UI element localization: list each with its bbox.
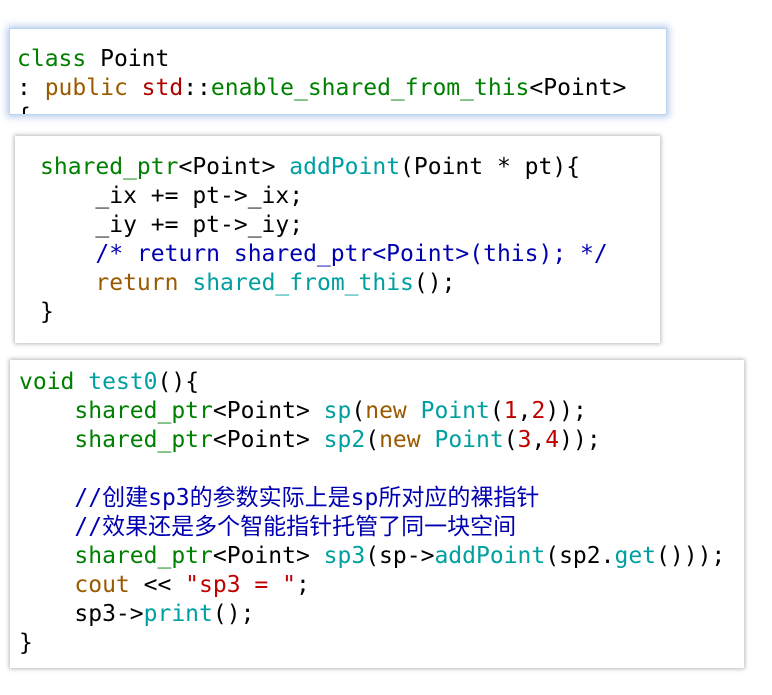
code-line: return shared_from_this(); [40,269,608,298]
code-token: } [40,299,54,325]
code-token: (){ [157,369,200,395]
code-token: )); [559,427,601,453]
code-line: shared_ptr<Point> sp3(sp->addPoint(sp2.g… [19,542,725,571]
code-line: shared_ptr<Point> sp(new Point(1,2)); [19,397,725,426]
code-token: <Point> [212,427,324,453]
code-block: shared_ptr<Point> addPoint(Point * pt){ … [40,153,608,327]
code-token: sp2 [323,427,366,453]
code-token: <Point> [529,75,627,101]
code-token: << [129,572,186,598]
code-token: ())); [656,543,726,569]
code-token: Point [434,427,504,453]
code-token: ( [351,398,366,424]
code-token: _ix += pt->_ix; [40,183,304,209]
code-token: test0 [88,369,158,395]
code-token: 4 [545,427,560,453]
code-token: (sp2. [545,543,615,569]
code-token: addPoint [289,154,401,180]
code-token: //效果还是多个智能指针托管了同一块空间 [19,514,517,540]
code-token: shared_ptr [40,154,179,180]
code-token: new [379,427,421,453]
code-block: class Point: public std::enable_shared_f… [17,45,626,114]
code-line: //创建sp3的参数实际上是sp所对应的裸指针 [19,484,725,513]
code-token: enable_shared_from_this [210,75,530,101]
code-token: shared_from_this [192,270,414,296]
code-token: class [17,46,87,72]
code-token: addPoint [434,543,546,569]
code-token: public [44,75,128,101]
code-line: //效果还是多个智能指针托管了同一块空间 [19,513,725,542]
code-token: ; [295,572,310,598]
code-token: sp [323,398,352,424]
code-token: shared_ptr [74,543,213,569]
code-token: sp3 [323,543,366,569]
code-line: } [40,298,608,327]
code-token: shared_ptr [74,427,213,453]
code-token: (); [413,270,456,296]
code-line: { [17,103,626,114]
code-token: (Point * pt){ [400,154,581,180]
code-token: (sp-> [365,543,435,569]
code-token: new [365,398,407,424]
code-token: print [143,601,213,627]
code-token: get [614,543,657,569]
code-line: void test0(){ [19,368,725,397]
code-token: <Point> [178,154,290,180]
code-token: , [531,427,546,453]
code-token: /* return shared_ptr<Point>(this); */ [40,241,608,267]
code-panel-class-declaration: class Point: public std::enable_shared_f… [9,28,667,115]
code-token: (); [212,601,255,627]
code-token: :: [183,75,211,101]
code-line: : public std::enable_shared_from_this<Po… [17,74,626,103]
code-line: cout << "sp3 = "; [19,571,725,600]
code-token: )); [545,398,587,424]
code-token: ( [365,427,380,453]
code-line: } [19,629,725,658]
code-line: shared_ptr<Point> addPoint(Point * pt){ [40,153,608,182]
code-line: _ix += pt->_ix; [40,182,608,211]
code-token: "sp3 = " [185,572,296,598]
code-token: 1 [503,398,518,424]
code-token: return [95,270,179,296]
code-token: : [17,75,45,101]
code-token: ( [503,427,518,453]
code-line: class Point [17,45,626,74]
code-token: 3 [517,427,532,453]
code-token: , [517,398,532,424]
code-token: 2 [531,398,546,424]
code-line: shared_ptr<Point> sp2(new Point(3,4)); [19,426,725,455]
code-token: } [19,630,33,656]
code-token: { [17,104,31,114]
code-token: <Point> [212,543,324,569]
code-panel-test-function: void test0(){ shared_ptr<Point> sp(new P… [10,360,744,668]
code-token: void [19,369,75,395]
code-token: _iy += pt->_iy; [40,212,304,238]
code-token: sp3-> [19,601,144,627]
code-block: void test0(){ shared_ptr<Point> sp(new P… [19,368,725,658]
code-token: cout [74,572,130,598]
code-line: sp3->print(); [19,600,725,629]
code-line: _iy += pt->_iy; [40,211,608,240]
code-token: ( [489,398,504,424]
code-token: <Point> [212,398,324,424]
code-token: Point [420,398,490,424]
code-token: std [141,75,184,101]
code-line: /* return shared_ptr<Point>(this); */ [40,240,608,269]
code-token: Point [86,46,170,72]
code-token: //创建sp3的参数实际上是sp所对应的裸指针 [19,485,540,511]
code-token: shared_ptr [74,398,213,424]
code-panel-add-point-method: shared_ptr<Point> addPoint(Point * pt){ … [15,136,660,343]
